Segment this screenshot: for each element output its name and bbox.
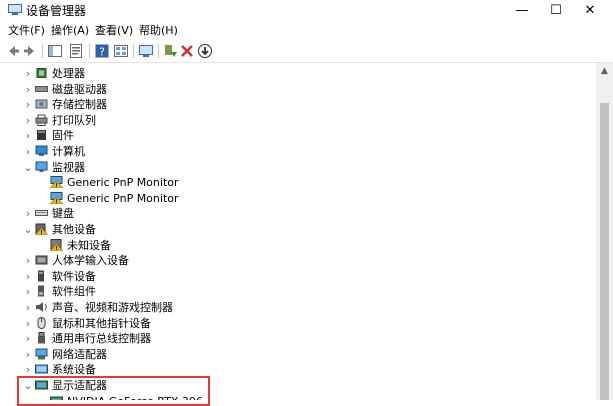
tree-item-label: 键盘 [52,207,74,221]
tree-item-label: 打印队列 [52,113,96,127]
uninstall-x-icon[interactable] [179,43,195,59]
tree-item-label: 网络适配器 [52,347,107,361]
tree-item-label: 声音、视频和游戏控制器 [52,301,173,314]
tree-item-label: 鼠标和其他指针设备 [52,316,151,330]
disk-drive-icon [35,83,48,95]
help-icon[interactable]: ? [94,43,110,59]
chevron-right-icon[interactable]: › [23,316,33,331]
chevron-right-icon[interactable]: › [23,347,33,362]
scan-hardware-monitor-icon[interactable] [138,43,154,59]
processor-icon [35,67,48,79]
monitor-icon [35,161,48,173]
menu-file[interactable]: 文件(F) [8,24,45,38]
unknown-device-warning-icon [49,238,64,251]
tree-item-label: Generic PnP Monitor [67,191,179,205]
chevron-right-icon[interactable]: › [23,97,33,112]
monitor-warning-icon [49,191,64,204]
properties-sheet-icon[interactable] [68,43,84,59]
chevron-right-icon[interactable]: › [23,66,33,81]
network-adapter-icon [35,348,48,360]
chevron-right-icon[interactable]: › [23,144,33,159]
chevron-down-icon[interactable]: ⌄ [23,160,33,175]
tree-item-label: 人体学输入设备 [52,254,129,268]
tree-item-label: 固件 [52,129,74,143]
download-circle-icon[interactable] [197,43,213,59]
update-driver-icon[interactable] [162,43,178,59]
device-tree: › 处理器 › 磁盘驱动器 › 存储控制器 › 打印队列 › 固件 › 计算机 ⌄ 监视器 Generic … [0,63,596,400]
highlight-box [17,376,210,406]
firmware-icon [35,129,48,141]
tree-item-label: Generic PnP Monitor [67,176,179,190]
window-title: 设备管理器 [26,4,87,18]
sound-icon [35,301,48,313]
close-button[interactable]: ✕ [567,0,613,22]
tree-item-label: 存储控制器 [52,98,107,112]
menu-view[interactable]: 查看(V) [95,24,133,38]
scroll-thumb[interactable] [600,103,609,400]
keyboard-icon [35,207,48,219]
tree-item-label: 处理器 [52,67,85,80]
chevron-right-icon[interactable]: › [23,269,33,284]
software-device-icon [35,270,48,282]
tree-item-label: 通用串行总线控制器 [52,332,151,346]
device-manager-icon [8,4,22,15]
chevron-right-icon[interactable]: › [23,82,33,97]
toolbar: ? [0,40,613,63]
usb-icon [35,332,48,344]
tree-item-label: 计算机 [52,145,85,158]
chevron-right-icon[interactable]: › [23,300,33,315]
vertical-scrollbar[interactable]: ▲ [596,63,613,400]
tree-item-label: 其他设备 [52,223,96,236]
tree-item-label: 软件设备 [52,269,96,283]
tree-item-label: 磁盘驱动器 [52,82,107,96]
tree-item-label: 软件组件 [52,285,96,299]
scroll-up-arrow-icon[interactable]: ▲ [596,63,613,80]
chevron-right-icon[interactable]: › [23,284,33,299]
tree-item-label: 监视器 [52,160,85,174]
software-component-icon [35,285,48,297]
chevron-down-icon[interactable]: ⌄ [23,222,33,237]
view-grid-icon[interactable] [113,43,129,59]
forward-arrow-icon[interactable] [22,43,38,59]
title-bar: 设备管理器 — ☐ ✕ [0,0,613,22]
chevron-right-icon[interactable]: › [23,113,33,128]
chevron-right-icon[interactable]: › [23,128,33,143]
menu-help[interactable]: 帮助(H) [139,24,178,38]
mouse-icon [35,316,48,329]
chevron-right-icon[interactable]: › [23,253,33,268]
print-queue-icon [35,114,48,126]
back-arrow-icon[interactable] [5,43,21,59]
system-device-icon [35,363,48,375]
svg-text:?: ? [99,46,105,59]
chevron-right-icon[interactable]: › [23,206,33,221]
chevron-right-icon[interactable]: › [23,331,33,346]
computer-icon [35,145,48,157]
tree-item-label: 未知设备 [67,238,111,252]
hid-icon [35,254,48,266]
menu-bar: 文件(F) 操作(A) 查看(V) 帮助(H) [0,22,613,40]
menu-action[interactable]: 操作(A) [51,24,89,38]
monitor-warning-icon [49,176,64,188]
show-hide-console-tree-icon[interactable] [47,43,63,59]
storage-controller-icon [35,98,48,110]
other-devices-icon [34,223,49,235]
